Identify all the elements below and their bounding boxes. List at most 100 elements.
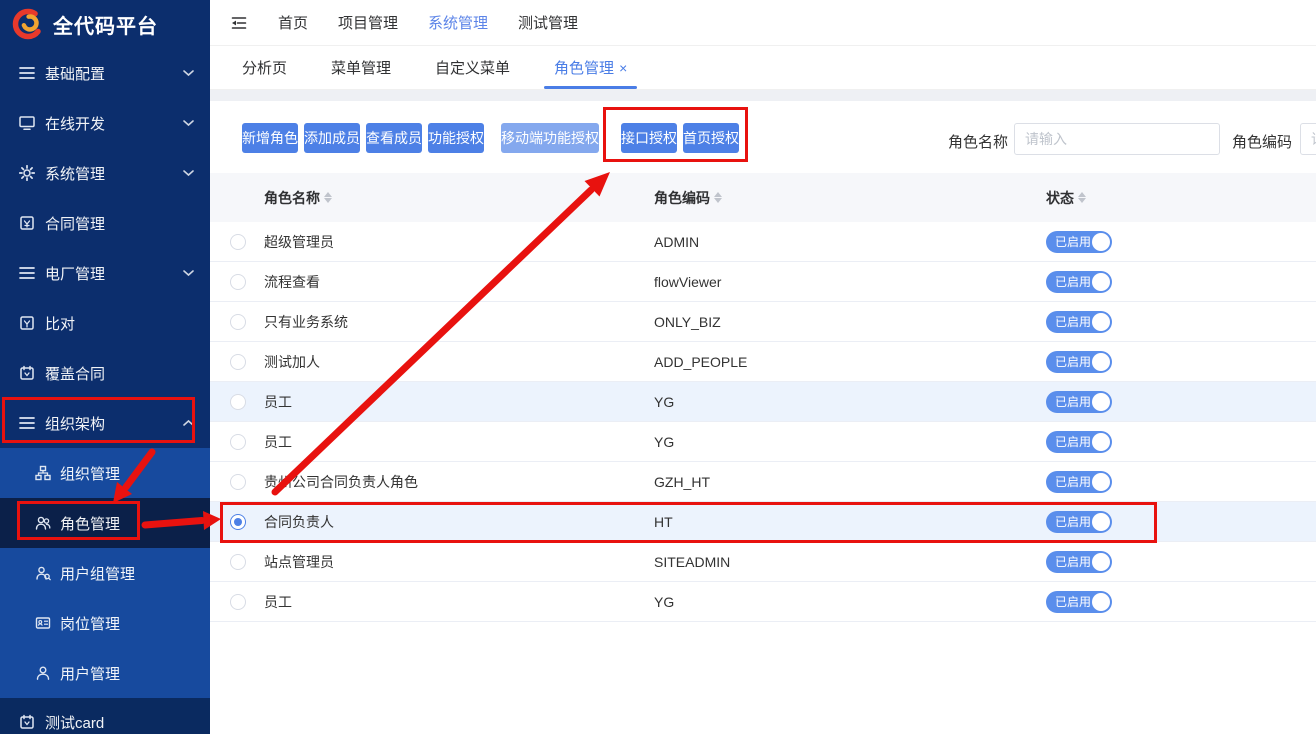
- status-toggle[interactable]: 已启用: [1046, 591, 1112, 613]
- action-button[interactable]: 首页授权: [683, 123, 739, 153]
- sidebar-item[interactable]: 在线开发: [0, 98, 210, 148]
- sidebar-item-test-card[interactable]: 测试card: [0, 698, 210, 734]
- action-button[interactable]: 接口授权: [621, 123, 677, 153]
- topnav-item[interactable]: 测试管理: [518, 12, 578, 33]
- table-row[interactable]: 流程查看 flowViewer 已启用: [210, 262, 1316, 302]
- topnav-item[interactable]: 项目管理: [338, 12, 398, 33]
- tab[interactable]: 菜单管理: [309, 46, 413, 89]
- sidebar-subitem[interactable]: 用户组管理: [0, 548, 210, 598]
- status-toggle-knob: [1092, 353, 1110, 371]
- sidebar-item[interactable]: 合同管理: [0, 198, 210, 248]
- chevron-down-icon: [183, 170, 194, 177]
- role-code-cell: HT: [654, 514, 1046, 530]
- tab-close-icon[interactable]: ×: [619, 60, 627, 76]
- role-name-cell: 贵州公司合同负责人角色: [264, 472, 654, 492]
- user-icon: [34, 665, 51, 682]
- sidebar-subitem-label: 用户组管理: [60, 563, 135, 584]
- status-toggle-knob: [1092, 553, 1110, 571]
- action-button[interactable]: 移动端功能授权: [501, 123, 599, 153]
- table-row[interactable]: 员工 YG 已启用: [210, 582, 1316, 622]
- role-code-cell: ADMIN: [654, 234, 1046, 250]
- chevron-up-icon: [183, 420, 194, 427]
- table-row[interactable]: 测试加人 ADD_PEOPLE 已启用: [210, 342, 1316, 382]
- column-header-role-name[interactable]: 角色名称: [264, 188, 654, 208]
- status-toggle[interactable]: 已启用: [1046, 271, 1112, 293]
- sidebar-item-label: 合同管理: [45, 213, 105, 234]
- tab[interactable]: 分析页: [220, 46, 309, 89]
- row-radio[interactable]: [230, 394, 246, 410]
- sidebar-subitem[interactable]: 角色管理: [0, 498, 210, 548]
- sidebar-item[interactable]: 比对: [0, 298, 210, 348]
- row-radio[interactable]: [230, 354, 246, 370]
- sidebar-item[interactable]: 组织架构: [0, 398, 210, 448]
- action-button[interactable]: 查看成员: [366, 123, 422, 153]
- role-name-input[interactable]: [1014, 123, 1220, 155]
- topnav-item[interactable]: 首页: [278, 12, 308, 33]
- column-header-status[interactable]: 状态: [1046, 188, 1316, 208]
- table-row[interactable]: 贵州公司合同负责人角色 GZH_HT 已启用: [210, 462, 1316, 502]
- role-name-cell: 流程查看: [264, 272, 654, 292]
- status-toggle-label: 已启用: [1055, 591, 1091, 613]
- tab-label: 分析页: [242, 57, 287, 78]
- sidebar-item[interactable]: 系统管理: [0, 148, 210, 198]
- action-button[interactable]: 添加成员: [304, 123, 360, 153]
- topnav-item[interactable]: 系统管理: [428, 12, 488, 33]
- sidebar-menu: 基础配置 在线开发 系统管理 合同管理 电厂管理 比对: [0, 48, 210, 448]
- role-management-panel: 新增角色 添加成员 查看成员 功能授权 移动端功能授权 接口授权 首页授权 角色…: [210, 101, 1316, 734]
- table-row[interactable]: 员工 YG 已启用: [210, 422, 1316, 462]
- status-toggle[interactable]: 已启用: [1046, 351, 1112, 373]
- sidebar-subitem[interactable]: 岗位管理: [0, 598, 210, 648]
- row-radio[interactable]: [230, 474, 246, 490]
- status-toggle-knob: [1092, 593, 1110, 611]
- table-row[interactable]: 合同负责人 HT 已启用: [210, 502, 1316, 542]
- table-row[interactable]: 站点管理员 SITEADMIN 已启用: [210, 542, 1316, 582]
- tab[interactable]: 角色管理 ×: [532, 46, 649, 89]
- sidebar-subitem-label: 角色管理: [60, 513, 120, 534]
- chevron-down-icon: [183, 70, 194, 77]
- row-radio[interactable]: [230, 434, 246, 450]
- sidebar-subitem[interactable]: 组织管理: [0, 448, 210, 498]
- status-toggle[interactable]: 已启用: [1046, 391, 1112, 413]
- role-name-cell: 员工: [264, 432, 654, 452]
- role-code-cell: flowViewer: [654, 274, 1046, 290]
- sidebar-submenu: 组织管理 角色管理 用户组管理 岗位管理 用户管理: [0, 448, 210, 698]
- status-toggle[interactable]: 已启用: [1046, 471, 1112, 493]
- row-radio[interactable]: [230, 314, 246, 330]
- tab[interactable]: 自定义菜单: [413, 46, 532, 89]
- row-radio[interactable]: [230, 514, 246, 530]
- toolbar: 新增角色 添加成员 查看成员 功能授权 移动端功能授权 接口授权 首页授权 角色…: [210, 101, 1316, 173]
- status-toggle[interactable]: 已启用: [1046, 551, 1112, 573]
- role-code-cell: ONLY_BIZ: [654, 314, 1046, 330]
- sort-carets-icon: [714, 192, 722, 203]
- status-toggle-label: 已启用: [1055, 471, 1091, 493]
- table-row[interactable]: 超级管理员 ADMIN 已启用: [210, 222, 1316, 262]
- compare-icon: [18, 315, 35, 332]
- sidebar-item[interactable]: 覆盖合同: [0, 348, 210, 398]
- action-button[interactable]: 功能授权: [428, 123, 484, 153]
- sidebar-item[interactable]: 电厂管理: [0, 248, 210, 298]
- sidebar-item-label: 覆盖合同: [45, 363, 105, 384]
- row-radio[interactable]: [230, 274, 246, 290]
- sidebar-item[interactable]: 基础配置: [0, 48, 210, 98]
- column-header-role-code[interactable]: 角色编码: [654, 188, 1046, 208]
- calendar-icon: [18, 365, 35, 382]
- menu-collapse-icon[interactable]: [230, 14, 248, 32]
- row-radio[interactable]: [230, 594, 246, 610]
- role-code-input[interactable]: [1300, 123, 1316, 155]
- status-toggle[interactable]: 已启用: [1046, 431, 1112, 453]
- id-card-icon: [34, 615, 51, 632]
- role-name-cell: 只有业务系统: [264, 312, 654, 332]
- table-row[interactable]: 只有业务系统 ONLY_BIZ 已启用: [210, 302, 1316, 342]
- sidebar-subitem[interactable]: 用户管理: [0, 648, 210, 698]
- row-radio[interactable]: [230, 554, 246, 570]
- status-toggle[interactable]: 已启用: [1046, 231, 1112, 253]
- role-code-cell: YG: [654, 434, 1046, 450]
- table-row[interactable]: 员工 YG 已启用: [210, 382, 1316, 422]
- role-code-cell: ADD_PEOPLE: [654, 354, 1046, 370]
- action-button[interactable]: 新增角色: [242, 123, 298, 153]
- status-toggle[interactable]: 已启用: [1046, 311, 1112, 333]
- status-toggle[interactable]: 已启用: [1046, 511, 1112, 533]
- role-name-cell: 超级管理员: [264, 232, 654, 252]
- row-radio[interactable]: [230, 234, 246, 250]
- sidebar-item-label: 测试card: [45, 712, 104, 733]
